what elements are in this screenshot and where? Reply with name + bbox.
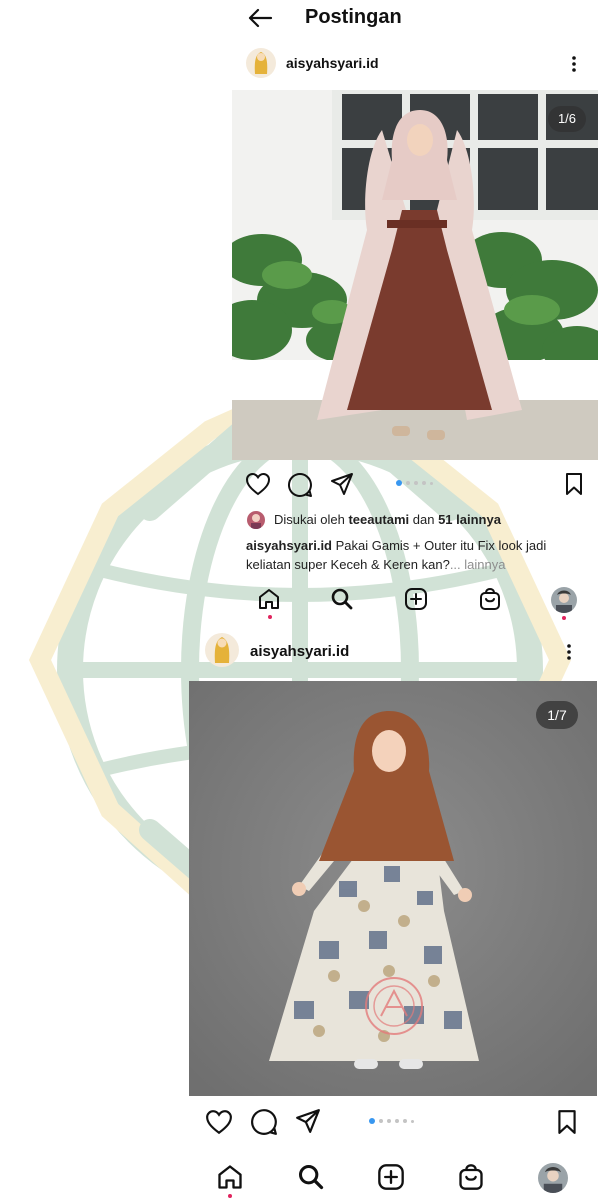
page-title: Postingan xyxy=(305,6,402,28)
plus-square-icon xyxy=(405,588,427,610)
bookmark-icon xyxy=(566,473,582,495)
carousel-dot xyxy=(430,481,433,485)
post2-more-button[interactable] xyxy=(565,642,573,662)
caption-username[interactable]: aisyahsyari.id xyxy=(246,538,332,553)
post1-photo[interactable] xyxy=(232,90,598,460)
nav-home-button[interactable] xyxy=(216,1163,244,1191)
carousel-dot xyxy=(396,480,402,486)
nav-search-button[interactable] xyxy=(297,1163,325,1191)
carousel-dot xyxy=(414,481,418,485)
carousel-dot xyxy=(403,1119,407,1123)
heart-icon xyxy=(206,1110,232,1135)
liker-avatar-image xyxy=(247,511,265,529)
nav-create-button[interactable] xyxy=(377,1163,405,1191)
post1-like-button[interactable] xyxy=(245,472,271,496)
post1-carousel-dots xyxy=(396,480,433,486)
nav-home-button-1[interactable] xyxy=(257,587,281,611)
caption-more-link[interactable]: ... lainnya xyxy=(450,557,506,572)
carousel-dot xyxy=(395,1119,399,1123)
nav-search-button-1[interactable] xyxy=(330,587,354,611)
post1-share-button[interactable] xyxy=(330,472,354,496)
post2-like-button[interactable] xyxy=(205,1109,233,1135)
likes-count[interactable]: 51 lainnya xyxy=(438,512,501,527)
likes-mid: dan xyxy=(409,512,439,527)
shopping-bag-icon xyxy=(480,587,500,610)
post1-likes[interactable]: Disukai oleh teeautami dan 51 lainnya xyxy=(274,512,501,527)
post1-caption: aisyahsyari.id Pakai Gamis + Outer itu F… xyxy=(246,536,586,574)
search-icon xyxy=(298,1164,324,1190)
profile-avatar-image xyxy=(551,587,577,613)
more-vertical-icon xyxy=(572,56,576,72)
nav-create-button-1[interactable] xyxy=(404,587,428,611)
carousel-dot xyxy=(379,1119,383,1123)
heart-icon xyxy=(245,472,271,496)
avatar-image xyxy=(246,48,276,78)
likes-prefix: Disukai oleh xyxy=(274,512,349,527)
nav-profile-button[interactable] xyxy=(538,1163,568,1193)
likes-user[interactable]: teeautami xyxy=(348,512,409,527)
post1-avatar[interactable] xyxy=(246,48,276,78)
carousel-dot xyxy=(369,1118,375,1124)
nav-profile-button-1[interactable] xyxy=(551,587,577,613)
bookmark-icon xyxy=(558,1110,576,1134)
shopping-bag-icon xyxy=(459,1164,483,1190)
post1-more-button[interactable] xyxy=(570,54,578,74)
post2-photo[interactable] xyxy=(189,681,597,1096)
profile-avatar-image xyxy=(538,1163,568,1193)
send-icon xyxy=(296,1109,320,1133)
home-icon xyxy=(218,1165,242,1189)
carousel-dot xyxy=(411,1119,414,1123)
nav-shop-button[interactable] xyxy=(458,1163,484,1191)
carousel-dot xyxy=(422,481,426,485)
nav-home-badge xyxy=(228,1194,232,1198)
post2-avatar[interactable] xyxy=(205,633,239,667)
post2-carousel-dots xyxy=(369,1118,414,1124)
nav-profile-badge-1 xyxy=(562,616,566,620)
post2-photo-counter: 1/7 xyxy=(536,701,578,729)
liker-avatar xyxy=(247,511,265,529)
home-icon xyxy=(259,589,279,609)
post1-image xyxy=(232,90,598,460)
post2-comment-button[interactable] xyxy=(250,1108,278,1136)
post2-image xyxy=(189,681,597,1096)
post2-share-button[interactable] xyxy=(295,1108,321,1134)
post1-username[interactable]: aisyahsyari.id xyxy=(286,55,379,71)
post2-username[interactable]: aisyahsyari.id xyxy=(250,643,349,660)
search-icon xyxy=(331,588,353,610)
instagram-post-feed: Postingan aisyahsyari.id 1/6 Disukai ole… xyxy=(0,0,598,1200)
comment-icon xyxy=(288,472,312,497)
carousel-dot xyxy=(406,481,410,485)
send-icon xyxy=(331,473,353,495)
post2-save-button[interactable] xyxy=(556,1109,578,1135)
nav-shop-button-1[interactable] xyxy=(479,587,501,611)
comment-icon xyxy=(251,1109,277,1135)
avatar-image xyxy=(205,633,239,667)
post1-save-button[interactable] xyxy=(564,472,584,496)
nav-home-badge-1 xyxy=(268,615,272,619)
carousel-dot xyxy=(387,1119,391,1123)
arrow-left-icon xyxy=(248,8,273,28)
plus-square-icon xyxy=(378,1164,404,1190)
post1-comment-button[interactable] xyxy=(287,472,313,498)
more-vertical-icon xyxy=(567,644,571,660)
back-button[interactable] xyxy=(247,8,273,28)
post1-photo-counter: 1/6 xyxy=(548,106,586,132)
